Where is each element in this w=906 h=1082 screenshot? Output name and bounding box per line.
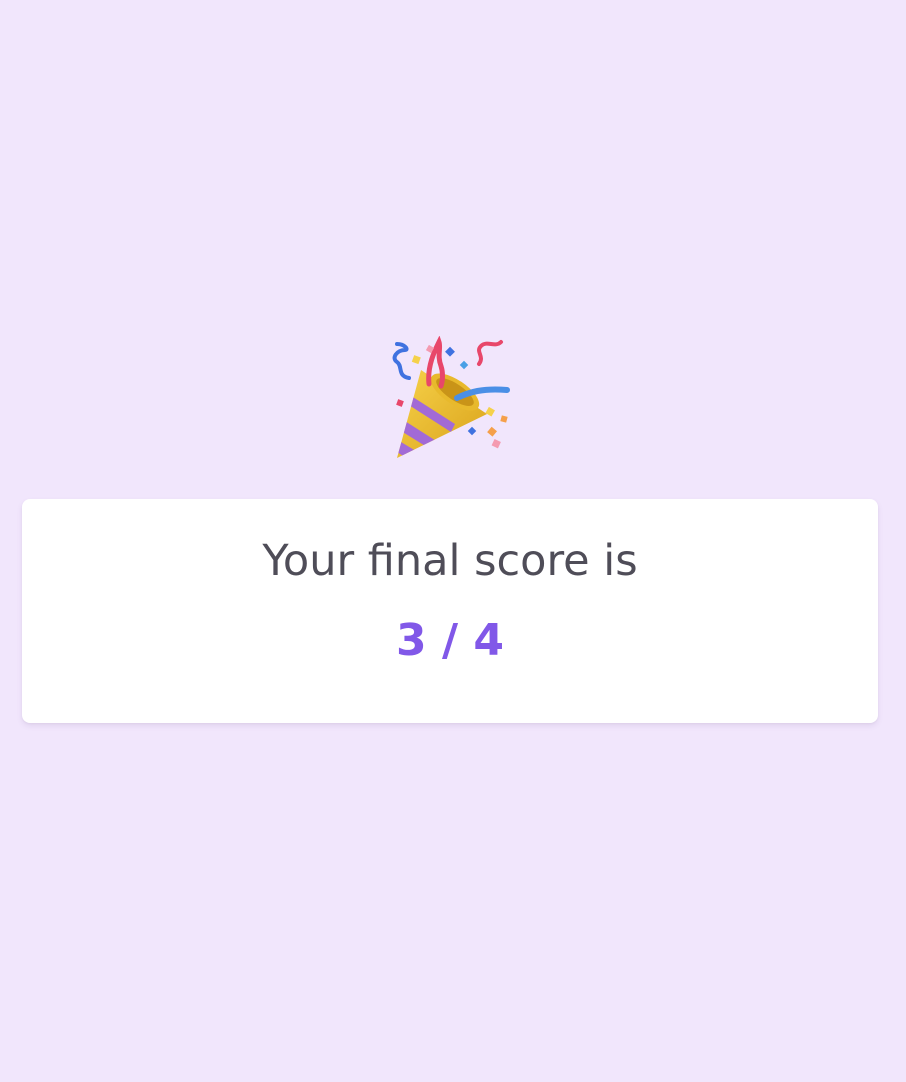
final-score-value: 3 / 4 <box>396 615 504 666</box>
party-popper-icon <box>383 336 515 466</box>
final-score-label: Your final score is <box>262 536 638 586</box>
score-card: Your final score is 3 / 4 <box>22 499 878 723</box>
